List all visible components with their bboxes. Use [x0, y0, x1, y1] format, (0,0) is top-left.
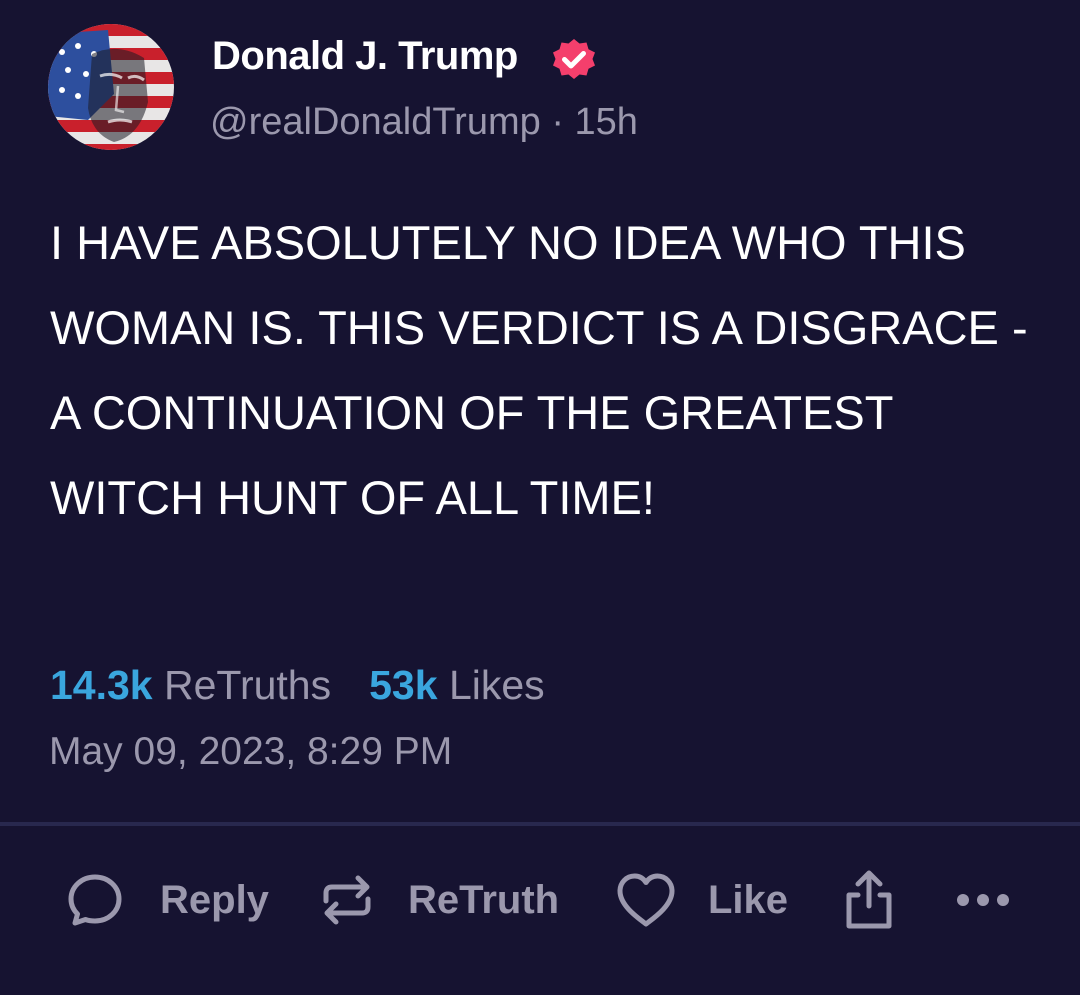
- like-button[interactable]: Like: [614, 870, 788, 930]
- retruth-label: ReTruth: [408, 877, 560, 922]
- retruths-stat[interactable]: 14.3k ReTruths: [50, 662, 331, 708]
- author-meta: @realDonaldTrump · 15h: [210, 101, 638, 144]
- post-card: Donald J. Trump @realDonaldTrump · 15h I…: [0, 0, 1080, 995]
- post-text: I HAVE ABSOLUTELY NO IDEA WHO THIS WOMAN…: [50, 216, 1028, 524]
- author-name[interactable]: Donald J. Trump: [212, 34, 518, 79]
- action-bar: Reply ReTruth Like: [0, 826, 1080, 995]
- ellipsis-icon: [957, 894, 1009, 906]
- share-button[interactable]: [842, 870, 896, 930]
- verified-badge-icon: [550, 37, 598, 85]
- retruths-count: 14.3k: [50, 662, 153, 708]
- more-options-button[interactable]: [954, 870, 1014, 930]
- post-age: 15h: [574, 101, 638, 143]
- author-handle[interactable]: @realDonaldTrump: [210, 101, 541, 143]
- meta-separator: ·: [551, 101, 564, 143]
- likes-label: Likes: [448, 662, 545, 708]
- post-timestamp: May 09, 2023, 8:29 PM: [49, 730, 453, 773]
- heart-icon: [617, 873, 675, 927]
- post-stats: 14.3k ReTruths 53k Likes: [50, 662, 545, 709]
- likes-count: 53k: [369, 662, 438, 708]
- reply-button[interactable]: Reply: [66, 870, 269, 930]
- retruths-label: ReTruths: [164, 662, 332, 708]
- like-label: Like: [708, 877, 789, 922]
- repost-arrows-icon: [323, 875, 371, 925]
- retruth-button[interactable]: ReTruth: [318, 870, 559, 930]
- likes-stat[interactable]: 53k Likes: [369, 662, 545, 708]
- flag-portrait-avatar-icon: [48, 24, 174, 150]
- reply-label: Reply: [160, 877, 269, 922]
- speech-bubble-icon: [68, 874, 122, 926]
- share-icon: [846, 870, 892, 929]
- author-avatar[interactable]: [48, 24, 174, 150]
